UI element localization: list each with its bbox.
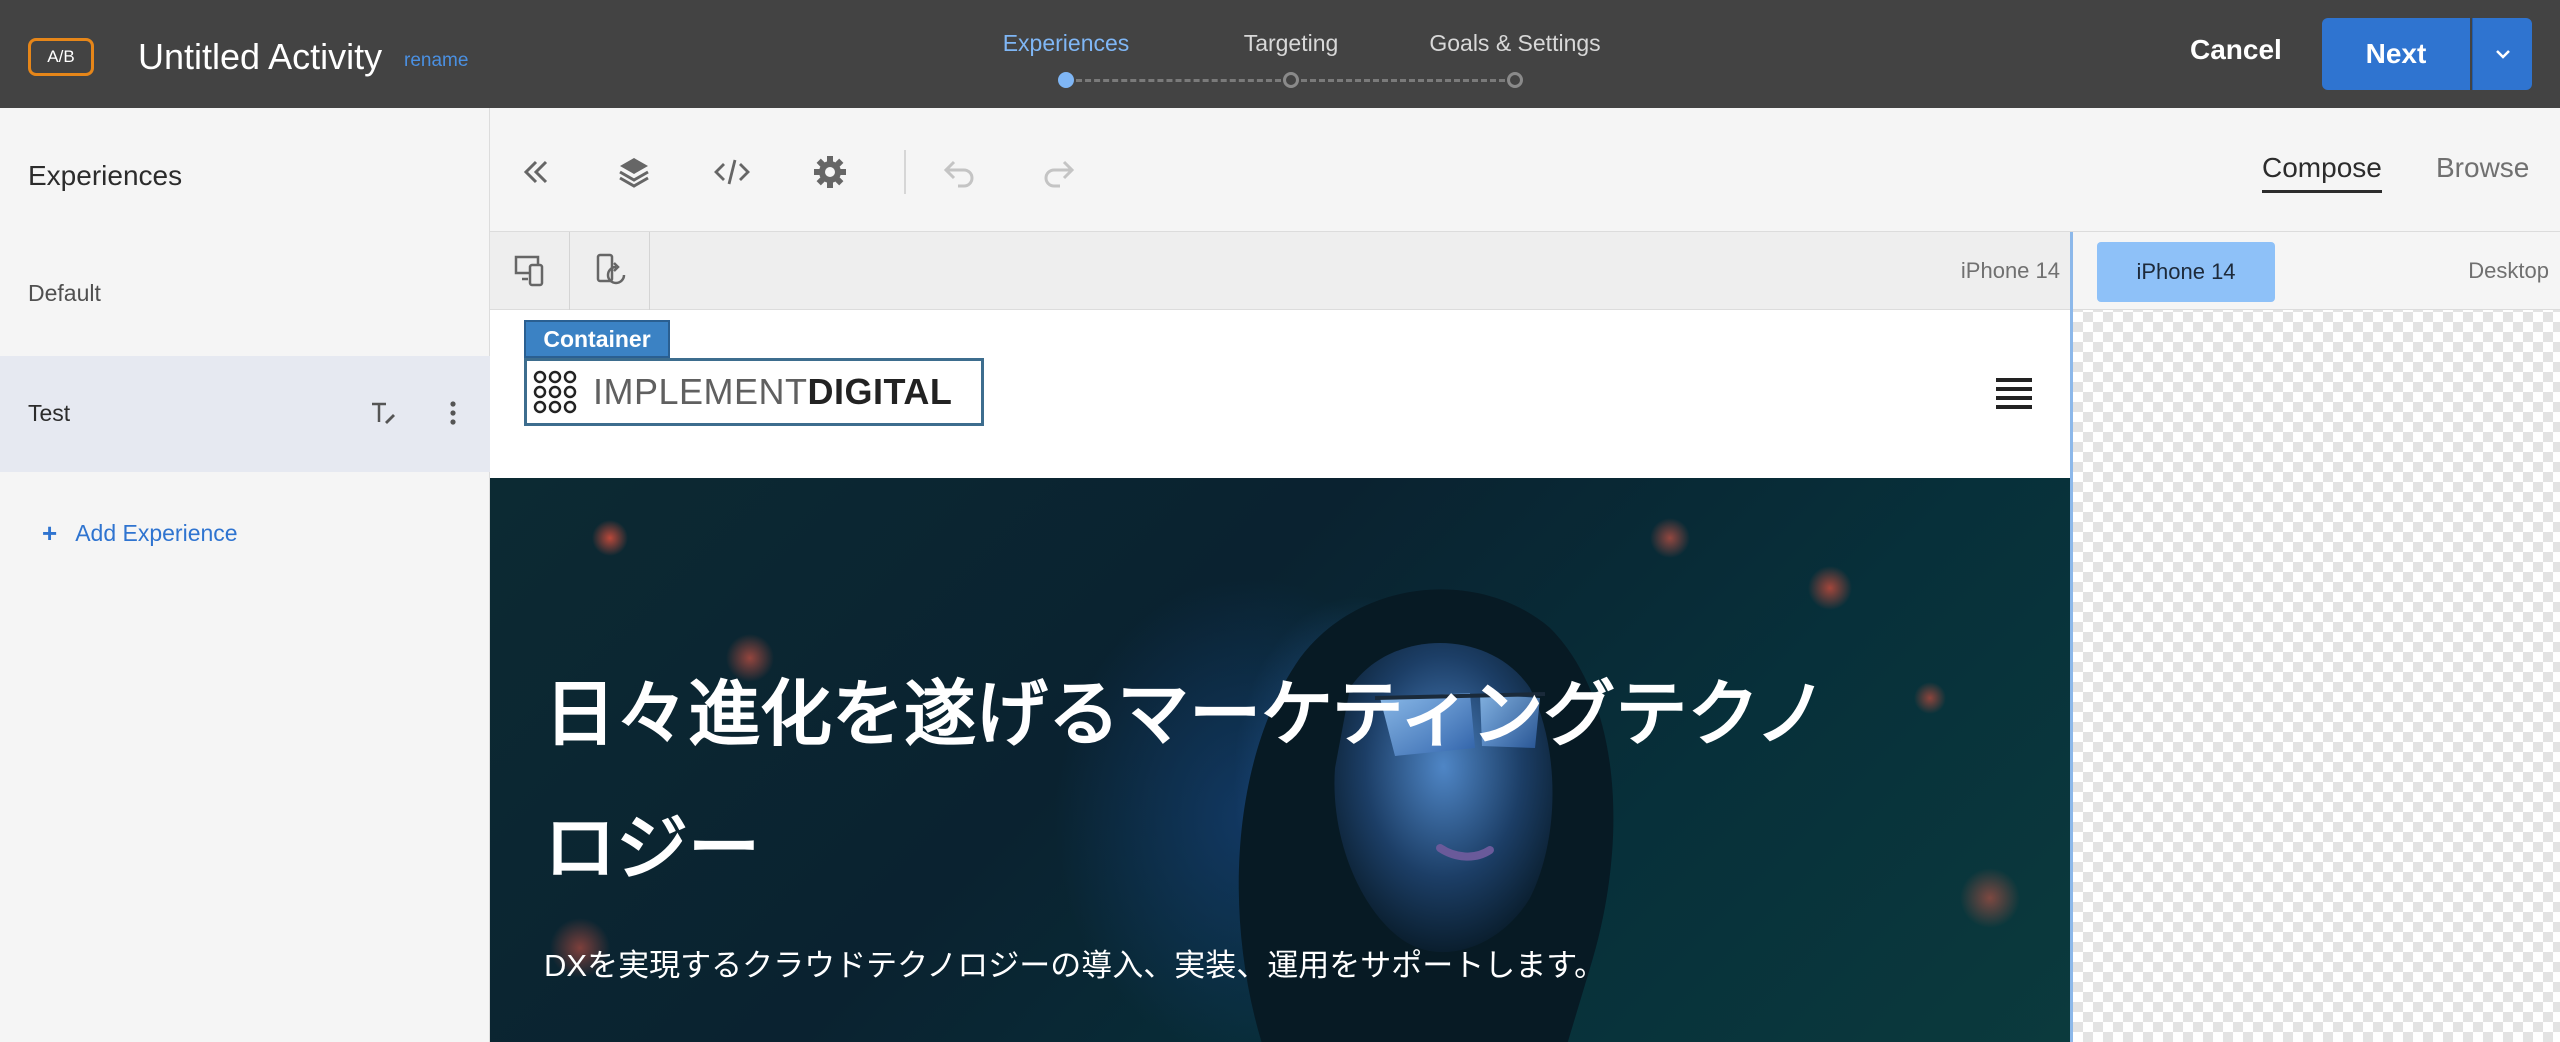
device-name-label: iPhone 14 [1960, 258, 2060, 283]
chevron-down-icon [2495, 50, 2510, 59]
rename-link[interactable]: rename [404, 50, 468, 72]
page-canvas[interactable]: Container IMPLEMENTDIGITAL 日々進化を遂げるマーケティ… [490, 310, 2070, 1042]
redo-icon[interactable] [1038, 152, 1078, 192]
logo-text: IMPLEMENTDIGITAL [593, 371, 952, 413]
tab-compose[interactable]: Compose [2262, 152, 2382, 193]
device-option-desktop[interactable]: Desktop [2468, 258, 2549, 284]
device-option-iphone-14[interactable]: iPhone 14 [2097, 242, 2275, 302]
device-selector-bar: iPhone 14 Desktop [2073, 232, 2560, 310]
hamburger-menu-icon[interactable] [1996, 376, 2032, 412]
panel-title: Experiences [28, 160, 183, 191]
ab-activity-badge: A/B [28, 38, 94, 76]
next-dropdown-button[interactable] [2472, 18, 2532, 90]
layers-icon[interactable] [614, 152, 654, 192]
logo-text-digital: DIGITAL [807, 371, 953, 412]
hero-title: 日々進化を遂げるマーケティングテクノロジー [544, 675, 1828, 889]
editor-toolbar: Compose Browse [490, 108, 2560, 232]
step-connector [1301, 79, 1505, 82]
experience-test-row[interactable]: Test [0, 356, 490, 472]
gear-icon[interactable] [810, 152, 850, 192]
collapse-icon[interactable] [516, 152, 556, 192]
logo-mark-icon [533, 370, 577, 414]
top-bar: A/B Untitled Activity rename Experiences… [0, 0, 2560, 108]
step-targeting[interactable]: Targeting [1244, 30, 1339, 57]
code-icon[interactable] [712, 152, 752, 192]
workflow-steps: Experiences Targeting Goals & Settings [1000, 30, 1640, 90]
device-bar: iPhone 14 [490, 232, 2070, 310]
hero-subtitle: DXを実現するクラウドテクノロジーの導入、実装、運用をサポートします。 [544, 948, 1606, 983]
add-experience-label: Add Experience [75, 520, 238, 546]
responsive-view-button[interactable] [490, 232, 570, 310]
container-label: Container [524, 320, 670, 358]
rotate-device-button[interactable] [570, 232, 650, 310]
step-dot-experiences [1058, 72, 1074, 88]
rename-text-icon[interactable] [368, 398, 398, 428]
step-dot-targeting [1283, 72, 1299, 88]
next-button[interactable]: Next [2322, 18, 2470, 90]
plus-icon: + [42, 518, 58, 548]
devices-icon [514, 255, 543, 287]
undo-icon[interactable] [940, 152, 980, 192]
step-goals-settings[interactable]: Goals & Settings [1429, 30, 1600, 57]
tab-browse[interactable]: Browse [2436, 152, 2529, 184]
experience-default[interactable]: Default [28, 280, 101, 307]
rotate-device-icon [596, 253, 625, 285]
more-options-icon[interactable] [438, 396, 468, 430]
activity-title: Untitled Activity [138, 36, 383, 77]
device-preview-pane: iPhone 14 Desktop [2070, 232, 2560, 1042]
step-experiences[interactable]: Experiences [1003, 30, 1130, 57]
step-dot-goals-settings [1507, 72, 1523, 88]
add-experience-button[interactable]: + Add Experience [42, 518, 238, 549]
selected-logo-element[interactable]: IMPLEMENTDIGITAL [524, 358, 984, 426]
toolbar-separator [904, 150, 906, 194]
experiences-panel: Experiences Default Test + Add Experienc… [0, 108, 490, 1042]
step-connector [1076, 79, 1281, 82]
logo-text-implement: IMPLEMENT [593, 371, 808, 412]
hero-banner[interactable]: 日々進化を遂げるマーケティングテクノロジー DXを実現するクラウドテクノロジーの… [490, 478, 2070, 1042]
experience-test-label: Test [28, 400, 71, 426]
cancel-button[interactable]: Cancel [2190, 34, 2282, 66]
